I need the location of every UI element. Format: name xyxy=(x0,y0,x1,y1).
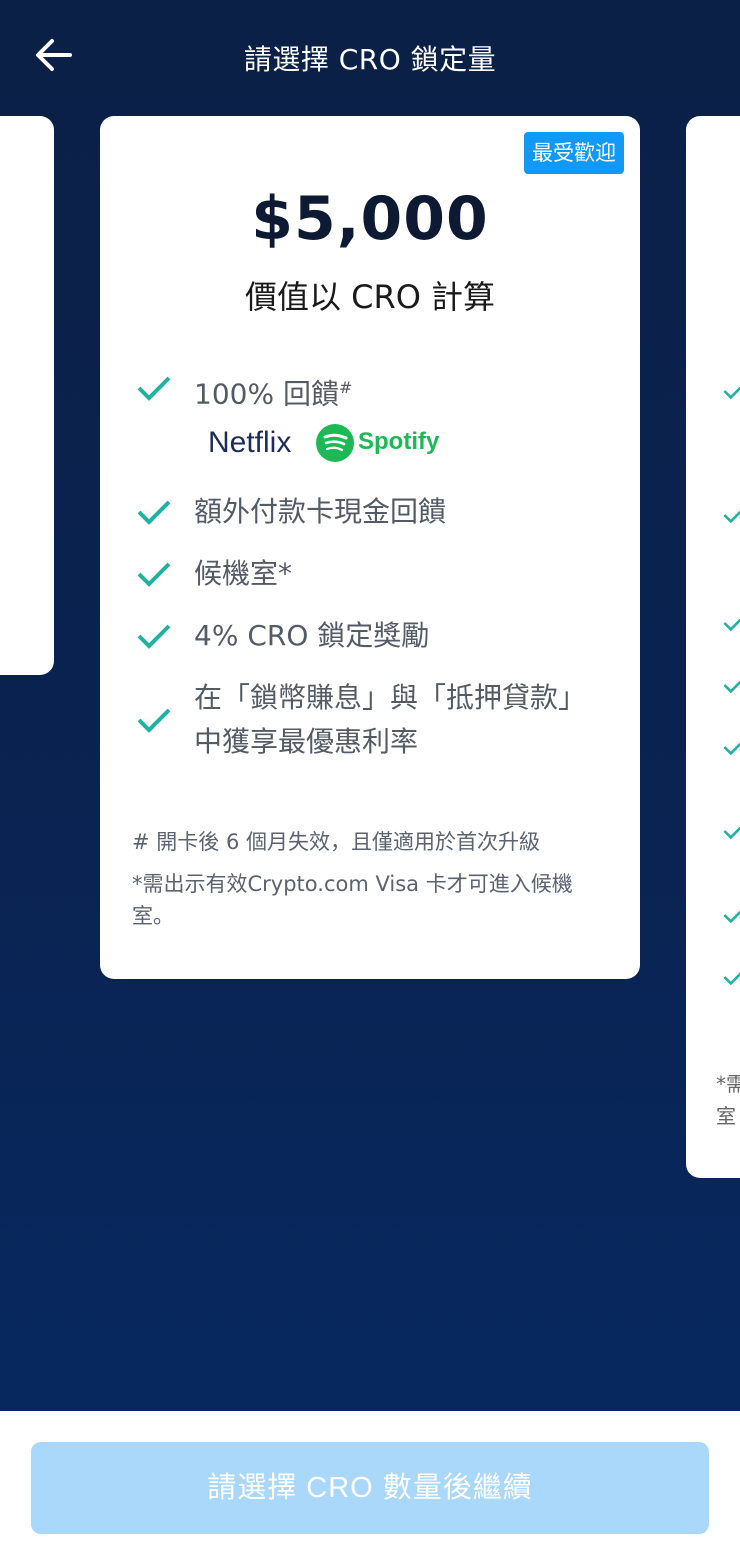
spotify-logo: Spotify xyxy=(358,428,440,455)
spotify-icon xyxy=(316,424,354,462)
feature-text: 100% 回饋# xyxy=(194,377,353,411)
footnote-marker: # xyxy=(338,378,353,397)
check-icon xyxy=(723,680,740,694)
footnote-lounge-line1: *需出示有效Crypto.com Visa 卡才可進入候機 xyxy=(132,872,573,896)
partner-logos: Netflix Spotify xyxy=(208,422,528,466)
feature-text: 額外付款卡現金回饋 xyxy=(194,495,447,528)
tier-card-next[interactable]: *需 室 xyxy=(686,116,740,1178)
footnote-fragment: 室 xyxy=(716,1104,736,1128)
check-icon xyxy=(723,742,740,756)
bottom-action-bar: 請選擇 CRO 數量後繼續 xyxy=(0,1411,740,1566)
check-icon xyxy=(723,826,740,840)
footnote-fragment: *需 xyxy=(716,1072,740,1096)
feature-text: 候機室* xyxy=(194,557,293,590)
check-icon xyxy=(723,618,740,632)
tier-card-previous[interactable] xyxy=(0,116,54,675)
tier-card-selected[interactable]: 最受歡迎 $5,000 價值以 CRO 計算 100% 回饋# Netflix … xyxy=(100,116,640,979)
check-icon xyxy=(137,562,171,587)
footnote-lounge-line2: 室。 xyxy=(132,904,174,928)
most-popular-badge: 最受歡迎 xyxy=(524,132,624,174)
check-icon xyxy=(723,386,740,400)
check-icon xyxy=(723,510,740,524)
check-icon xyxy=(137,708,171,733)
top-bar: 請選擇 CRO 鎖定量 xyxy=(0,0,740,112)
feature-text-line1: 在「鎖幣賺息」與「抵押貸款」 xyxy=(194,681,587,714)
tier-subtitle: 價值以 CRO 計算 xyxy=(244,278,496,316)
feature-text-line2: 中獲享最優惠利率 xyxy=(194,725,419,758)
check-icon xyxy=(723,972,740,986)
continue-button[interactable]: 請選擇 CRO 數量後繼續 xyxy=(31,1442,709,1534)
tier-amount: $5,000 xyxy=(251,184,489,254)
netflix-logo: Netflix xyxy=(208,426,292,459)
footnote-expiry: # 開卡後 6 個月失效，且僅適用於首次升級 xyxy=(132,830,540,854)
check-icon xyxy=(137,500,171,525)
feature-text: 4% CRO 鎖定獎勵 xyxy=(194,619,430,652)
check-icon xyxy=(723,910,740,924)
page-title: 請選擇 CRO 鎖定量 xyxy=(243,43,497,76)
check-icon xyxy=(137,376,171,401)
check-icon xyxy=(137,624,171,649)
